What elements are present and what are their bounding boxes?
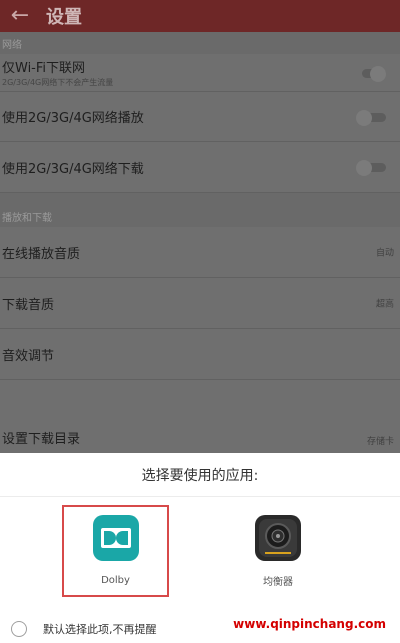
app-header: ← 设置 [0, 0, 400, 32]
remember-radio[interactable] [11, 620, 27, 637]
row-online-quality[interactable]: 在线播放音质 自动 [0, 227, 400, 278]
app-label: 均衡器 [263, 577, 293, 588]
row-title: 在线播放音质 [2, 246, 81, 262]
row-title: 使用2G/3G/4G网络下载 [2, 161, 144, 177]
row-subtitle: 2G/3G/4G网络下不会产生流量 [2, 78, 114, 87]
remember-label: 默认选择此项,不再提醒 [43, 622, 157, 636]
row-sound-effects[interactable]: 音效调节 [0, 329, 400, 380]
watermark-text: www.qinpinchang.com [233, 617, 386, 631]
row-download-quality[interactable]: 下载音质 超高 [0, 278, 400, 329]
settings-list: 网络 仅Wi-Fi下联网 2G/3G/4G网络下不会产生流量 使用2G/3G/4… [0, 32, 400, 453]
dolby-logo-icon [92, 515, 139, 561]
row-title: 使用2G/3G/4G网络播放 [2, 111, 144, 126]
row-value: 超高 [375, 299, 394, 310]
mobile-download-toggle[interactable] [356, 160, 386, 176]
page-title: 设置 [46, 7, 82, 28]
row-title: 设置下载目录 [2, 432, 81, 447]
back-button[interactable]: ← [0, 0, 40, 32]
arrow-left-icon: ← [10, 3, 30, 28]
section-header-network: 网络 [0, 32, 400, 54]
app-option-dolby[interactable]: Dolby [62, 505, 169, 597]
sheet-title: 选择要使用的应用: [0, 453, 400, 497]
row-wifi-only[interactable]: 仅Wi-Fi下联网 2G/3G/4G网络下不会产生流量 [0, 54, 400, 92]
app-option-equalizer[interactable]: 均衡器 [226, 510, 330, 590]
speaker-icon [255, 515, 301, 561]
row-title: 下载音质 [2, 297, 55, 313]
mobile-play-toggle[interactable] [356, 109, 386, 126]
row-title: 音效调节 [2, 348, 55, 364]
row-value: 自动 [375, 248, 394, 259]
app-label: Dolby [101, 575, 130, 586]
row-title: 仅Wi-Fi下联网 [2, 61, 86, 76]
row-mobile-play[interactable]: 使用2G/3G/4G网络播放 [0, 92, 400, 142]
section-header-playback: 播放和下载 [0, 193, 400, 227]
row-download-dir[interactable]: 设置下载目录 存储卡 [0, 380, 400, 453]
row-mobile-download[interactable]: 使用2G/3G/4G网络下载 [0, 142, 400, 193]
row-value: 存储卡 [366, 437, 394, 447]
wifi-only-toggle[interactable] [356, 65, 386, 82]
